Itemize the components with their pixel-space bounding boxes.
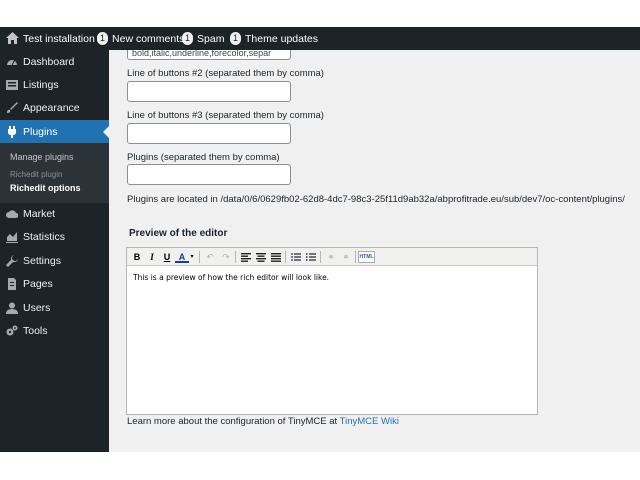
- sidebar-item-market[interactable]: Market: [0, 202, 109, 225]
- spam-count-badge: 1: [182, 32, 194, 45]
- align-center-icon[interactable]: [254, 250, 268, 264]
- home-icon[interactable]: [6, 32, 19, 44]
- buttons-line-3-label: Line of buttons #3 (separated them by co…: [127, 110, 324, 121]
- comments-notification[interactable]: 1 New comments: [97, 32, 184, 45]
- numbered-list-icon[interactable]: [304, 250, 318, 264]
- listings-icon: [6, 79, 18, 90]
- bold-button[interactable]: B: [130, 250, 144, 264]
- theme-updates-notification[interactable]: 1 Theme updates: [230, 32, 318, 45]
- sidebar-item-label: Users: [23, 301, 51, 314]
- italic-button[interactable]: I: [145, 250, 159, 264]
- editor-content-area[interactable]: This is a preview of how the rich editor…: [133, 273, 329, 282]
- link-icon[interactable]: ⚭: [324, 250, 338, 264]
- redo-icon[interactable]: ↷: [219, 250, 233, 264]
- submenu-richedit-plugin[interactable]: Richedit plugin: [10, 170, 62, 179]
- sidebar-item-plugins[interactable]: Plugins: [0, 120, 109, 143]
- sidebar-item-label: Pages: [23, 277, 53, 290]
- toolbar-separator: [320, 251, 321, 263]
- comments-label: New comments: [112, 32, 185, 45]
- buttons-line-2-input[interactable]: [127, 81, 291, 102]
- sidebar-item-label: Dashboard: [23, 55, 75, 68]
- learn-more-text: Learn more about the configuration of Ti…: [127, 416, 399, 427]
- buttons-line-1-input[interactable]: [127, 50, 291, 60]
- submenu-richedit-options[interactable]: Richedit options: [10, 183, 81, 193]
- spam-label: Spam: [197, 32, 225, 45]
- buttons-line-2-label: Line of buttons #2 (separated them by co…: [127, 68, 324, 79]
- html-source-button[interactable]: HTML: [358, 251, 375, 263]
- preview-section-title: Preview of the editor: [129, 228, 228, 239]
- cloud-icon: [6, 209, 18, 218]
- sidebar-item-users[interactable]: Users: [0, 296, 109, 319]
- tinymce-wiki-link[interactable]: TinyMCE Wiki: [340, 416, 399, 427]
- toolbar-separator: [355, 251, 356, 263]
- bullet-list-icon[interactable]: [289, 250, 303, 264]
- main-content: Line of buttons #2 (separated them by co…: [109, 50, 640, 452]
- page-icon: [8, 277, 16, 290]
- undo-icon[interactable]: ↶: [203, 250, 217, 264]
- sidebar-item-label: Market: [23, 207, 56, 220]
- sidebar-item-dashboard[interactable]: Dashboard: [0, 50, 109, 73]
- admin-top-bar: Test installation 1 New comments 1 Spam …: [0, 27, 640, 50]
- plugins-input[interactable]: [127, 164, 291, 185]
- sidebar-item-label: Listings: [23, 78, 59, 91]
- toolbar-separator: [199, 251, 200, 263]
- sidebar-item-label: Plugins: [23, 125, 58, 138]
- align-justify-icon[interactable]: [269, 250, 283, 264]
- dashboard-icon: [7, 59, 17, 65]
- forecolor-button[interactable]: A: [175, 250, 189, 263]
- sidebar-item-tools[interactable]: Tools: [0, 319, 109, 342]
- unlink-icon[interactable]: ⚭: [339, 250, 353, 264]
- gears-icon: [6, 325, 18, 335]
- buttons-line-3-input[interactable]: [127, 123, 291, 144]
- theme-updates-label: Theme updates: [245, 32, 318, 45]
- sidebar-item-statistics[interactable]: Statistics: [0, 225, 109, 248]
- sidebar-item-listings[interactable]: Listings: [0, 73, 109, 96]
- sidebar-item-label: Tools: [23, 324, 48, 337]
- wrench-icon: [6, 254, 18, 267]
- sidebar-item-label: Settings: [23, 254, 61, 267]
- plugins-location-text: Plugins are located in /data/0/6/0629fb0…: [127, 194, 625, 205]
- submenu-manage-plugins[interactable]: Manage plugins: [10, 152, 74, 162]
- site-title-link[interactable]: Test installation: [23, 33, 95, 45]
- plugins-label: Plugins (separated them by comma): [127, 152, 280, 163]
- chart-icon: [6, 231, 18, 243]
- brush-icon: [7, 101, 18, 113]
- plugin-icon: [8, 125, 16, 138]
- editor-toolbar: B I U A ▾ ↶ ↷ ⚭ ⚭ HTML: [127, 248, 537, 266]
- toolbar-separator: [235, 251, 236, 263]
- admin-sidebar: Dashboard Listings Appearance Plugins Ma…: [0, 50, 109, 452]
- sidebar-item-label: Statistics: [23, 230, 66, 243]
- sidebar-item-appearance[interactable]: Appearance: [0, 96, 109, 119]
- theme-updates-count-badge: 1: [230, 32, 242, 45]
- forecolor-dropdown-arrow-icon[interactable]: ▾: [188, 250, 196, 264]
- toolbar-separator: [285, 251, 286, 263]
- sidebar-item-settings[interactable]: Settings: [0, 249, 109, 272]
- comments-count-badge: 1: [97, 32, 109, 45]
- learn-more-label: Learn more about the configuration of Ti…: [127, 416, 338, 427]
- plugins-submenu: Manage plugins Richedit plugin Richedit …: [0, 143, 109, 203]
- sidebar-item-pages[interactable]: Pages: [0, 272, 109, 295]
- spam-notification[interactable]: 1 Spam: [182, 32, 224, 45]
- underline-button[interactable]: U: [160, 250, 174, 264]
- sidebar-item-label: Appearance: [23, 101, 80, 114]
- user-icon: [6, 302, 18, 314]
- rich-editor-preview: B I U A ▾ ↶ ↷ ⚭ ⚭ HTML This is a preview…: [126, 247, 538, 415]
- align-left-icon[interactable]: [239, 250, 253, 264]
